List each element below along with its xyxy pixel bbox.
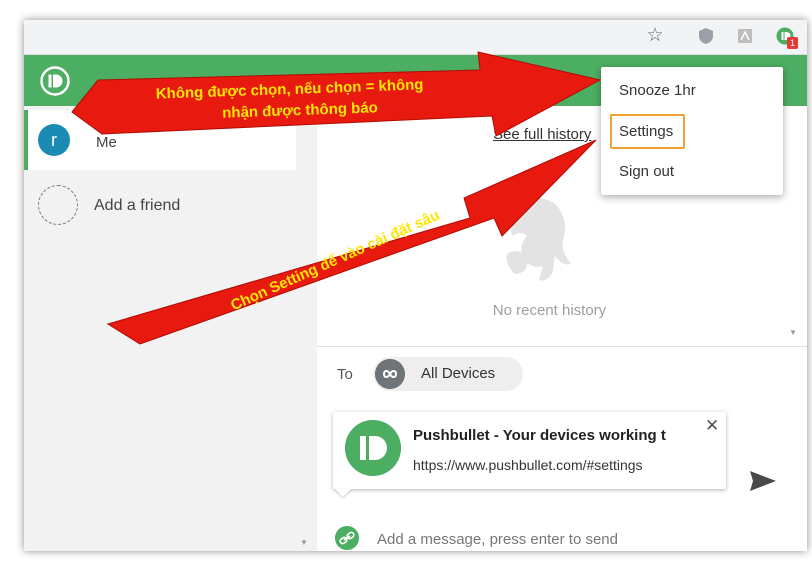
recipient-row: To All Devices — [317, 346, 807, 401]
browser-toolbar: ☆ 1 — [24, 20, 807, 55]
empty-history-text: No recent history — [492, 302, 607, 319]
pdf-icon[interactable] — [736, 27, 754, 45]
close-icon[interactable]: ✕ — [705, 416, 719, 436]
sidebar-item-label: Add a friend — [94, 197, 181, 214]
sidebar-item-label: Me — [96, 134, 117, 151]
horse-icon — [506, 198, 571, 281]
pushbullet-logo-icon — [345, 420, 401, 476]
menu-item-snooze[interactable]: Snooze 1hr — [613, 78, 702, 103]
scroll-down-arrow-icon[interactable]: ▼ — [789, 328, 797, 337]
browser-window: ☆ 1 r Me Add a friend ▼ See full history… — [24, 20, 807, 551]
device-selector-label: All Devices — [421, 365, 496, 382]
card-title: Pushbullet - Your devices working t — [413, 427, 666, 444]
dropdown-menu: Snooze 1hr Settings Sign out — [601, 67, 783, 195]
menu-item-sign-out[interactable]: Sign out — [613, 159, 680, 184]
device-selector-chip[interactable]: All Devices — [373, 357, 523, 391]
card-pointer — [335, 489, 351, 497]
star-icon[interactable]: ☆ — [646, 26, 664, 45]
sidebar-item-me[interactable]: r Me — [24, 110, 296, 170]
link-preview-card: Pushbullet - Your devices working t http… — [333, 412, 726, 489]
avatar: r — [38, 124, 70, 156]
link-icon[interactable] — [335, 526, 359, 550]
shield-icon[interactable] — [697, 27, 715, 45]
pushbullet-logo-icon — [40, 66, 70, 96]
to-label: To — [337, 366, 353, 383]
card-url: https://www.pushbullet.com/#settings — [413, 457, 643, 473]
message-input[interactable] — [375, 526, 679, 551]
scroll-down-arrow-icon[interactable]: ▼ — [300, 538, 308, 547]
add-friend-avatar-icon — [38, 185, 78, 225]
see-full-history-link[interactable]: See full history — [493, 126, 591, 143]
menu-item-settings[interactable]: Settings — [610, 114, 686, 149]
sidebar: r Me Add a friend ▼ — [24, 106, 318, 551]
send-icon[interactable] — [749, 469, 777, 493]
infinity-icon — [375, 359, 405, 389]
sidebar-item-add-friend[interactable]: Add a friend — [24, 176, 296, 236]
extension-badge: 1 — [787, 37, 798, 49]
